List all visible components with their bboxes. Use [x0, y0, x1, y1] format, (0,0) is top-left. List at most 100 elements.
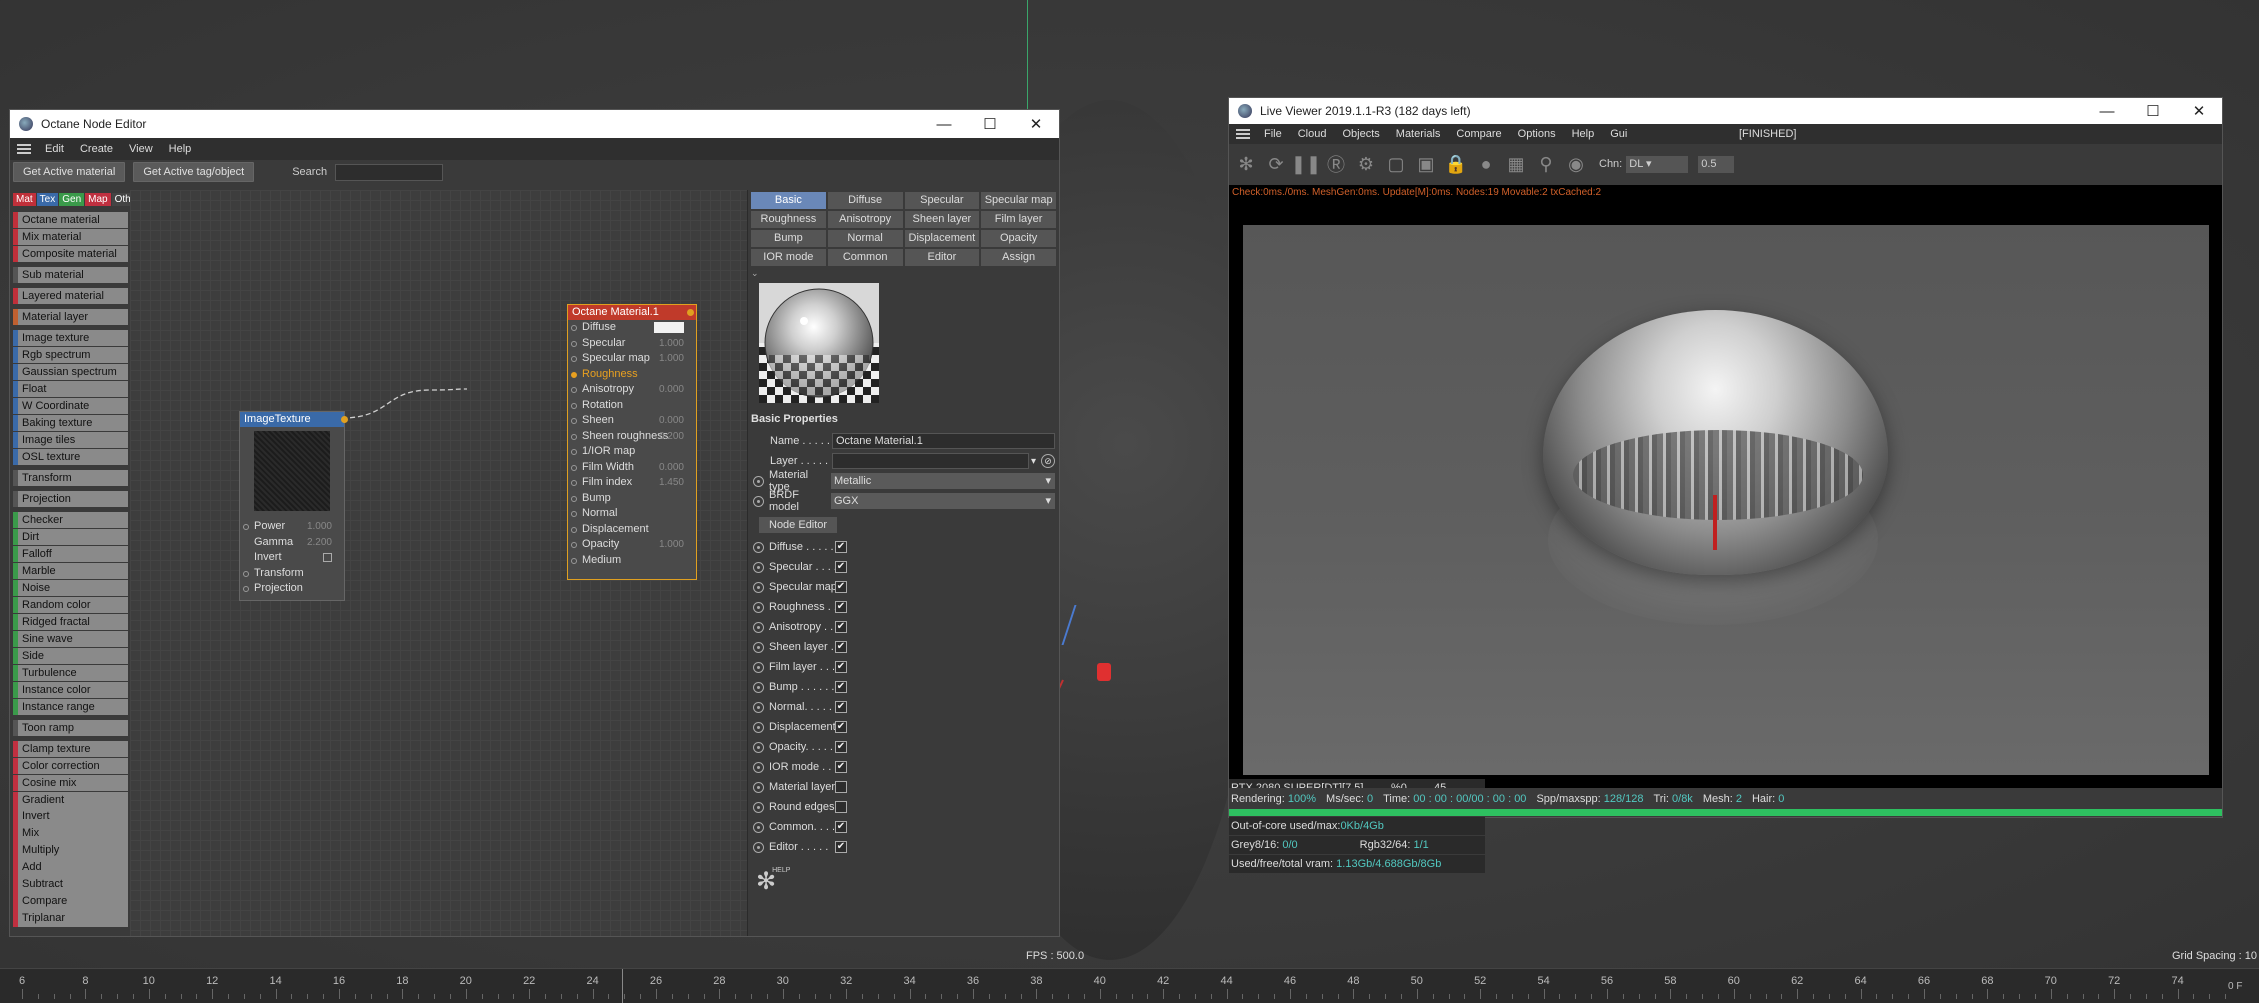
channel-anim-icon[interactable]: [753, 801, 764, 813]
pick-material-icon[interactable]: ◉: [1563, 151, 1589, 177]
palette-item[interactable]: Toon ramp: [13, 719, 128, 736]
palette-item[interactable]: OSL texture: [13, 448, 128, 466]
input-pin[interactable]: [571, 464, 577, 471]
palette-item[interactable]: Compare: [13, 893, 128, 910]
texture-input-row[interactable]: Gamma 2.200: [240, 535, 344, 551]
tab-sheen-layer[interactable]: Sheen layer: [904, 211, 980, 228]
tab-bump[interactable]: Bump: [751, 230, 826, 247]
maximize-button[interactable]: ☐: [2130, 98, 2176, 124]
input-pin[interactable]: [571, 542, 577, 548]
brdf-dropdown[interactable]: GGX: [831, 493, 1055, 509]
channel-anim-icon[interactable]: [753, 841, 764, 853]
material-input-row[interactable]: Opacity 1.000: [568, 537, 696, 553]
texture-input-row[interactable]: Projection: [240, 581, 344, 597]
channel-anim-icon[interactable]: [753, 721, 764, 733]
channel-checkbox[interactable]: ✔: [835, 681, 847, 693]
texture-input-row[interactable]: Transform: [240, 566, 344, 582]
get-active-tag-button[interactable]: Get Active tag/object: [133, 162, 255, 182]
tab-displacement[interactable]: Displacement: [904, 230, 980, 247]
image-texture-node[interactable]: ImageTexture Power 1.000 Gamma 2.200 Invert T…: [239, 411, 348, 601]
input-pin[interactable]: [571, 433, 577, 440]
tab-film-layer[interactable]: Film layer: [981, 211, 1056, 228]
material-input-row[interactable]: Rotation: [568, 398, 696, 414]
material-input-row[interactable]: Displacement: [568, 522, 696, 538]
palette-item[interactable]: Dirt: [13, 528, 128, 546]
material-input-row[interactable]: Diffuse: [568, 320, 696, 336]
palette-item[interactable]: Falloff: [13, 545, 128, 563]
lv-menu-compare[interactable]: Compare: [1448, 128, 1509, 140]
tab-anisotropy[interactable]: Anisotropy: [827, 211, 903, 228]
lv-menu-cloud[interactable]: Cloud: [1290, 128, 1335, 140]
tab-basic[interactable]: Basic: [751, 192, 826, 209]
channel-checkbox[interactable]: [835, 781, 847, 793]
input-pin[interactable]: [571, 402, 577, 409]
material-input-row[interactable]: Film Width 0.000: [568, 460, 696, 476]
palette-item[interactable]: Gradient: [13, 791, 128, 808]
texture-input-row[interactable]: Invert: [240, 550, 344, 566]
palette-item[interactable]: Mix: [13, 825, 128, 842]
channel-checkbox[interactable]: ✔: [835, 721, 847, 733]
channel-checkbox[interactable]: ✔: [835, 541, 847, 553]
lv-menu-file[interactable]: File: [1256, 128, 1290, 140]
channel-checkbox[interactable]: ✔: [835, 821, 847, 833]
channel-anim-icon[interactable]: [753, 561, 764, 573]
input-pin[interactable]: [571, 340, 577, 347]
tab-common[interactable]: Common: [827, 249, 903, 266]
input-pin[interactable]: [243, 524, 249, 530]
input-pin[interactable]: [571, 449, 577, 455]
material-type-anim-icon[interactable]: [753, 475, 764, 487]
palette-item[interactable]: Instance color: [13, 681, 128, 698]
lv-menu-objects[interactable]: Objects: [1334, 128, 1387, 140]
material-node-header[interactable]: Octane Material.1: [568, 305, 696, 320]
palette-item[interactable]: Noise: [13, 579, 128, 596]
lv-menu-gui[interactable]: Gui: [1602, 128, 1635, 140]
viewport-object-handle[interactable]: [1097, 663, 1111, 681]
material-input-row[interactable]: Bump: [568, 491, 696, 507]
tab-specular[interactable]: Specular: [904, 192, 980, 209]
category-tab-gen[interactable]: Gen: [59, 193, 85, 206]
palette-item[interactable]: Transform: [13, 469, 128, 487]
minimize-button[interactable]: —: [2084, 98, 2130, 124]
palette-item[interactable]: Instance range: [13, 698, 128, 715]
restart-icon[interactable]: ⟳: [1263, 151, 1289, 177]
lv-menu-options[interactable]: Options: [1510, 128, 1564, 140]
tab-roughness[interactable]: Roughness: [751, 211, 826, 228]
get-active-material-button[interactable]: Get Active material: [13, 162, 126, 182]
palette-item[interactable]: Invert: [13, 808, 128, 825]
tab-ior-mode[interactable]: IOR mode: [751, 249, 826, 266]
palette-item[interactable]: Checker: [13, 511, 128, 529]
layer-dropdown-icon[interactable]: ▾: [1031, 456, 1041, 467]
palette-item[interactable]: Color correction: [13, 757, 128, 774]
channel-anim-icon[interactable]: [753, 661, 764, 673]
input-pin[interactable]: [571, 356, 577, 362]
diffuse-swatch[interactable]: [654, 322, 684, 333]
rendered-image[interactable]: [1243, 225, 2209, 775]
palette-item[interactable]: Subtract: [13, 876, 128, 893]
live-viewer-titlebar[interactable]: Live Viewer 2019.1.1-R3 (182 days left) …: [1229, 98, 2222, 124]
palette-item[interactable]: Turbulence: [13, 664, 128, 681]
palette-item[interactable]: Ridged fractal: [13, 613, 128, 630]
palette-item[interactable]: Image texture: [13, 329, 128, 347]
tab-normal[interactable]: Normal: [827, 230, 903, 247]
channel-amount-stepper[interactable]: 0.5: [1698, 155, 1735, 173]
channel-anim-icon[interactable]: [753, 701, 764, 713]
channel-checkbox[interactable]: [835, 801, 847, 813]
palette-item[interactable]: Gaussian spectrum: [13, 363, 128, 381]
palette-item[interactable]: Cosine mix: [13, 774, 128, 791]
image-texture-node-header[interactable]: ImageTexture: [240, 412, 348, 427]
palette-item[interactable]: Sub material: [13, 266, 128, 284]
channel-checkbox[interactable]: ✔: [835, 581, 847, 593]
channel-anim-icon[interactable]: [753, 761, 764, 773]
channel-checkbox[interactable]: ✔: [835, 701, 847, 713]
channel-anim-icon[interactable]: [753, 621, 764, 633]
palette-item[interactable]: Random color: [13, 596, 128, 613]
maximize-button[interactable]: ☐: [967, 110, 1013, 138]
material-input-row[interactable]: Normal: [568, 506, 696, 522]
timeline-ruler[interactable]: 0 F 6 8 10 12 14 16 18 20 22 24 26 28 30 32 34 36 38 40 42…: [0, 968, 2259, 1003]
texture-input-row[interactable]: Power 1.000: [240, 519, 344, 535]
tab-editor[interactable]: Editor: [904, 249, 980, 266]
lock-icon[interactable]: 🔒: [1443, 151, 1469, 177]
link-icon[interactable]: ⊘: [1041, 454, 1055, 468]
lv-menu-help[interactable]: Help: [1564, 128, 1603, 140]
material-input-row[interactable]: Specular 1.000: [568, 336, 696, 352]
